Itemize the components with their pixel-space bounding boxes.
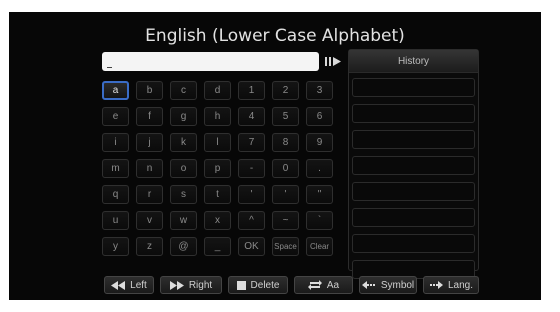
help-button-right[interactable]: Right xyxy=(160,276,222,294)
key-6-4[interactable]: OK xyxy=(238,237,265,256)
key-3-3[interactable]: p xyxy=(204,159,231,178)
page-title: English (Lower Case Alphabet) xyxy=(145,26,405,46)
key-6-0[interactable]: y xyxy=(102,237,129,256)
key-0-2[interactable]: c xyxy=(170,81,197,100)
help-button-label: Aa xyxy=(326,279,340,291)
key-1-6[interactable]: 6 xyxy=(306,107,333,126)
key-2-3[interactable]: l xyxy=(204,133,231,152)
history-slot[interactable] xyxy=(352,104,475,123)
help-button-label: Lang. xyxy=(447,279,474,291)
key-5-1[interactable]: v xyxy=(136,211,163,230)
key-1-4[interactable]: 4 xyxy=(238,107,265,126)
key-4-6[interactable]: " xyxy=(306,185,333,204)
key-0-5[interactable]: 2 xyxy=(272,81,299,100)
key-3-5[interactable]: 0 xyxy=(272,159,299,178)
key-0-1[interactable]: b xyxy=(136,81,163,100)
rewind-icon xyxy=(111,280,126,290)
key-3-2[interactable]: o xyxy=(170,159,197,178)
history-slot[interactable] xyxy=(352,182,475,201)
help-button-label: Right xyxy=(188,279,213,291)
key-5-2[interactable]: w xyxy=(170,211,197,230)
key-2-6[interactable]: 9 xyxy=(306,133,333,152)
help-button-aa[interactable]: Aa xyxy=(294,276,353,294)
key-4-0[interactable]: q xyxy=(102,185,129,204)
text-input[interactable] xyxy=(102,52,319,71)
key-3-0[interactable]: m xyxy=(102,159,129,178)
key-5-5[interactable]: ~ xyxy=(272,211,299,230)
key-6-5[interactable]: Space xyxy=(272,237,299,256)
history-slot[interactable] xyxy=(352,208,475,227)
key-4-4[interactable]: ' xyxy=(238,185,265,204)
stop-icon xyxy=(236,280,246,290)
key-3-6[interactable]: . xyxy=(306,159,333,178)
arrow-right-icon xyxy=(429,281,443,289)
key-4-5[interactable]: ' xyxy=(272,185,299,204)
key-0-4[interactable]: 1 xyxy=(238,81,265,100)
help-button-left[interactable]: Left xyxy=(104,276,154,294)
key-2-2[interactable]: k xyxy=(170,133,197,152)
key-6-3[interactable]: _ xyxy=(204,237,231,256)
key-0-6[interactable]: 3 xyxy=(306,81,333,100)
key-3-4[interactable]: - xyxy=(238,159,265,178)
key-6-6[interactable]: Clear xyxy=(306,237,333,256)
history-header: History xyxy=(349,50,478,73)
history-slot[interactable] xyxy=(352,156,475,175)
help-button-lang[interactable]: Lang. xyxy=(423,276,479,294)
key-1-2[interactable]: g xyxy=(170,107,197,126)
help-button-delete[interactable]: Delete xyxy=(228,276,288,294)
key-1-3[interactable]: h xyxy=(204,107,231,126)
keyboard-grid: a b c d 1 2 3 e f g h 4 5 6 i j k l 7 8 9 m n o p -0. q r s t ' ' " u v w x ^… xyxy=(102,81,333,256)
text-caret xyxy=(107,67,112,68)
help-button-symbol[interactable]: Symbol xyxy=(359,276,417,294)
help-button-label: Symbol xyxy=(380,279,415,291)
key-5-0[interactable]: u xyxy=(102,211,129,230)
help-button-label: Left xyxy=(130,279,147,291)
history-list xyxy=(352,78,475,286)
arrow-left-icon xyxy=(361,281,376,289)
key-1-0[interactable]: e xyxy=(102,107,129,126)
help-button-label: Delete xyxy=(250,279,280,291)
fast-forward-icon xyxy=(169,280,184,290)
key-6-2[interactable]: @ xyxy=(170,237,197,256)
key-1-1[interactable]: f xyxy=(136,107,163,126)
key-2-5[interactable]: 8 xyxy=(272,133,299,152)
key-0-0[interactable]: a xyxy=(102,81,129,100)
key-2-1[interactable]: j xyxy=(136,133,163,152)
key-1-5[interactable]: 5 xyxy=(272,107,299,126)
play-pause-icon[interactable] xyxy=(322,52,344,71)
keyboard-screen: English (Lower Case Alphabet) abcd123 efg… xyxy=(9,12,541,300)
key-0-3[interactable]: d xyxy=(204,81,231,100)
history-slot[interactable] xyxy=(352,78,475,97)
key-4-3[interactable]: t xyxy=(204,185,231,204)
history-slot[interactable] xyxy=(352,234,475,253)
key-2-4[interactable]: 7 xyxy=(238,133,265,152)
key-5-3[interactable]: x xyxy=(204,211,231,230)
history-slot[interactable] xyxy=(352,130,475,149)
key-4-2[interactable]: s xyxy=(170,185,197,204)
repeat-icon xyxy=(307,280,322,290)
key-4-1[interactable]: r xyxy=(136,185,163,204)
key-6-1[interactable]: z xyxy=(136,237,163,256)
key-5-4[interactable]: ^ xyxy=(238,211,265,230)
key-3-1[interactable]: n xyxy=(136,159,163,178)
key-2-0[interactable]: i xyxy=(102,133,129,152)
key-5-6[interactable]: ` xyxy=(306,211,333,230)
history-panel: History xyxy=(348,49,479,279)
